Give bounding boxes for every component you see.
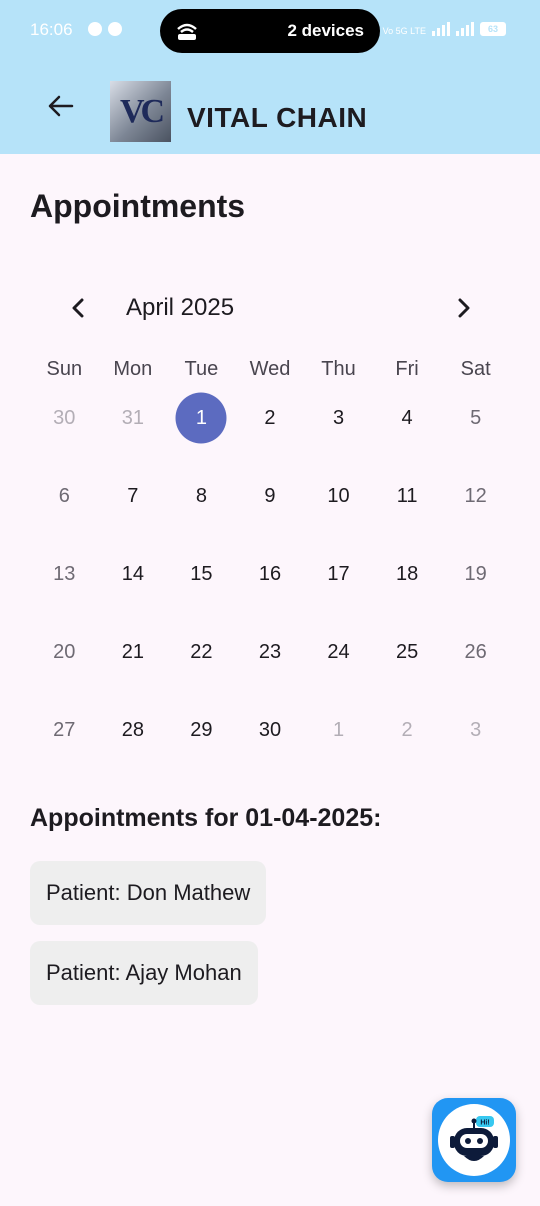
calendar-day[interactable]: 30 bbox=[236, 704, 305, 756]
calendar-day[interactable]: 18 bbox=[373, 548, 442, 600]
calendar-day[interactable]: 4 bbox=[373, 392, 442, 444]
calendar-day[interactable]: 11 bbox=[373, 470, 442, 522]
calendar-day[interactable]: 10 bbox=[304, 470, 373, 522]
calendar-day[interactable]: 29 bbox=[167, 704, 236, 756]
calendar-day[interactable]: 5 bbox=[441, 392, 510, 444]
next-month-button[interactable] bbox=[448, 292, 480, 324]
calendar-week: 30 31 1 2 3 4 5 bbox=[30, 392, 510, 470]
app-notification-icon bbox=[108, 22, 122, 36]
weekday-label: Thu bbox=[321, 358, 356, 380]
signal-icon-2 bbox=[456, 22, 474, 36]
weekday-label: Mon bbox=[113, 358, 153, 380]
calendar-day[interactable]: 2 bbox=[236, 392, 305, 444]
status-bar: 16:06 2 devices Vo 5G LTE 63 bbox=[0, 0, 540, 60]
calendar-day[interactable]: 13 bbox=[30, 548, 99, 600]
chevron-left-icon bbox=[72, 298, 84, 318]
back-button[interactable] bbox=[36, 82, 84, 130]
calendar-day[interactable]: 1 bbox=[304, 704, 373, 756]
calendar-day[interactable]: 26 bbox=[441, 626, 510, 678]
chatbot-icon: Hi! bbox=[450, 1116, 498, 1161]
calendar-day[interactable]: 3 bbox=[304, 392, 373, 444]
calendar-day[interactable]: 21 bbox=[99, 626, 168, 678]
calendar-day[interactable]: 16 bbox=[236, 548, 305, 600]
weekday-label: Fri bbox=[395, 358, 419, 380]
previous-month-button[interactable] bbox=[62, 292, 94, 324]
signal-icon bbox=[432, 22, 450, 36]
app-logo: VC bbox=[110, 81, 171, 142]
back-arrow-icon bbox=[48, 95, 74, 117]
weekday-row: Sun Mon Tue Wed Thu Fri Sat bbox=[30, 358, 510, 381]
page-title: Appointments bbox=[30, 188, 246, 224]
calendar-day[interactable]: 27 bbox=[30, 704, 99, 756]
weekday-label: Sun bbox=[46, 358, 83, 380]
calendar-day[interactable]: 6 bbox=[30, 470, 99, 522]
device-pill[interactable]: 2 devices bbox=[160, 9, 380, 53]
calendar-day[interactable]: 12 bbox=[441, 470, 510, 522]
status-time: 16:06 bbox=[30, 20, 73, 39]
weekday-label: Tue bbox=[184, 358, 219, 380]
notification-icons bbox=[88, 22, 122, 36]
calendar-week: 13 14 15 16 17 18 19 bbox=[30, 548, 510, 626]
status-right: Vo 5G LTE 63 bbox=[383, 22, 506, 36]
calendar-day[interactable]: 28 bbox=[99, 704, 168, 756]
calendar-day[interactable]: 25 bbox=[373, 626, 442, 678]
calendar-day[interactable]: 31 bbox=[99, 392, 168, 444]
wifi-share-icon bbox=[177, 23, 197, 40]
pill-text: 2 devices bbox=[287, 21, 364, 40]
chat-notification-icon bbox=[88, 22, 102, 36]
app-title: VITAL CHAIN bbox=[187, 102, 368, 133]
calendar-day-selected[interactable]: 1 bbox=[167, 392, 236, 444]
app-bar: VC VITAL CHAIN bbox=[0, 60, 540, 154]
chatbot-fab[interactable]: Hi! bbox=[432, 1098, 516, 1182]
chatbot-fab-inner: Hi! bbox=[438, 1104, 510, 1176]
chatbot-badge-text: Hi! bbox=[480, 1120, 489, 1127]
appointments-heading: Appointments for 01-04-2025: bbox=[30, 804, 382, 832]
calendar-week: 20 21 22 23 24 25 26 bbox=[30, 626, 510, 704]
calendar-day[interactable]: 20 bbox=[30, 626, 99, 678]
battery-icon: 63 bbox=[480, 22, 506, 36]
calendar-week: 27 28 29 30 1 2 3 bbox=[30, 704, 510, 782]
calendar-day[interactable]: 17 bbox=[304, 548, 373, 600]
calendar-day[interactable]: 19 bbox=[441, 548, 510, 600]
logo-text: VC bbox=[119, 92, 165, 130]
calendar-day[interactable]: 15 bbox=[167, 548, 236, 600]
chevron-right-icon bbox=[458, 298, 470, 318]
network-label: Vo 5G LTE bbox=[382, 26, 426, 36]
appointment-card[interactable]: Patient: Don Mathew bbox=[30, 861, 267, 925]
calendar-day[interactable]: 23 bbox=[236, 626, 305, 678]
calendar-day[interactable]: 3 bbox=[441, 704, 510, 756]
calendar-grid: 30 31 1 2 3 4 5 6 7 8 9 10 11 12 13 14 1… bbox=[30, 392, 510, 782]
calendar-day[interactable]: 7 bbox=[99, 470, 168, 522]
calendar-week: 6 7 8 9 10 11 12 bbox=[30, 470, 510, 548]
calendar-day[interactable]: 14 bbox=[99, 548, 168, 600]
calendar-day[interactable]: 9 bbox=[236, 470, 305, 522]
calendar-day[interactable]: 22 bbox=[167, 626, 236, 678]
calendar-day[interactable]: 30 bbox=[30, 392, 99, 444]
calendar-day[interactable]: 8 bbox=[167, 470, 236, 522]
appointment-card[interactable]: Patient: Ajay Mohan bbox=[30, 941, 258, 1005]
appointments-list: Patient: Don Mathew Patient: Ajay Mohan bbox=[30, 861, 267, 1021]
calendar-month-label[interactable]: April 2025 bbox=[126, 294, 234, 322]
weekday-label: Sat bbox=[460, 358, 491, 380]
calendar-day[interactable]: 24 bbox=[304, 626, 373, 678]
calendar-day[interactable]: 2 bbox=[373, 704, 442, 756]
weekday-label: Wed bbox=[249, 358, 291, 380]
calendar-header: April 2025 bbox=[62, 288, 480, 328]
